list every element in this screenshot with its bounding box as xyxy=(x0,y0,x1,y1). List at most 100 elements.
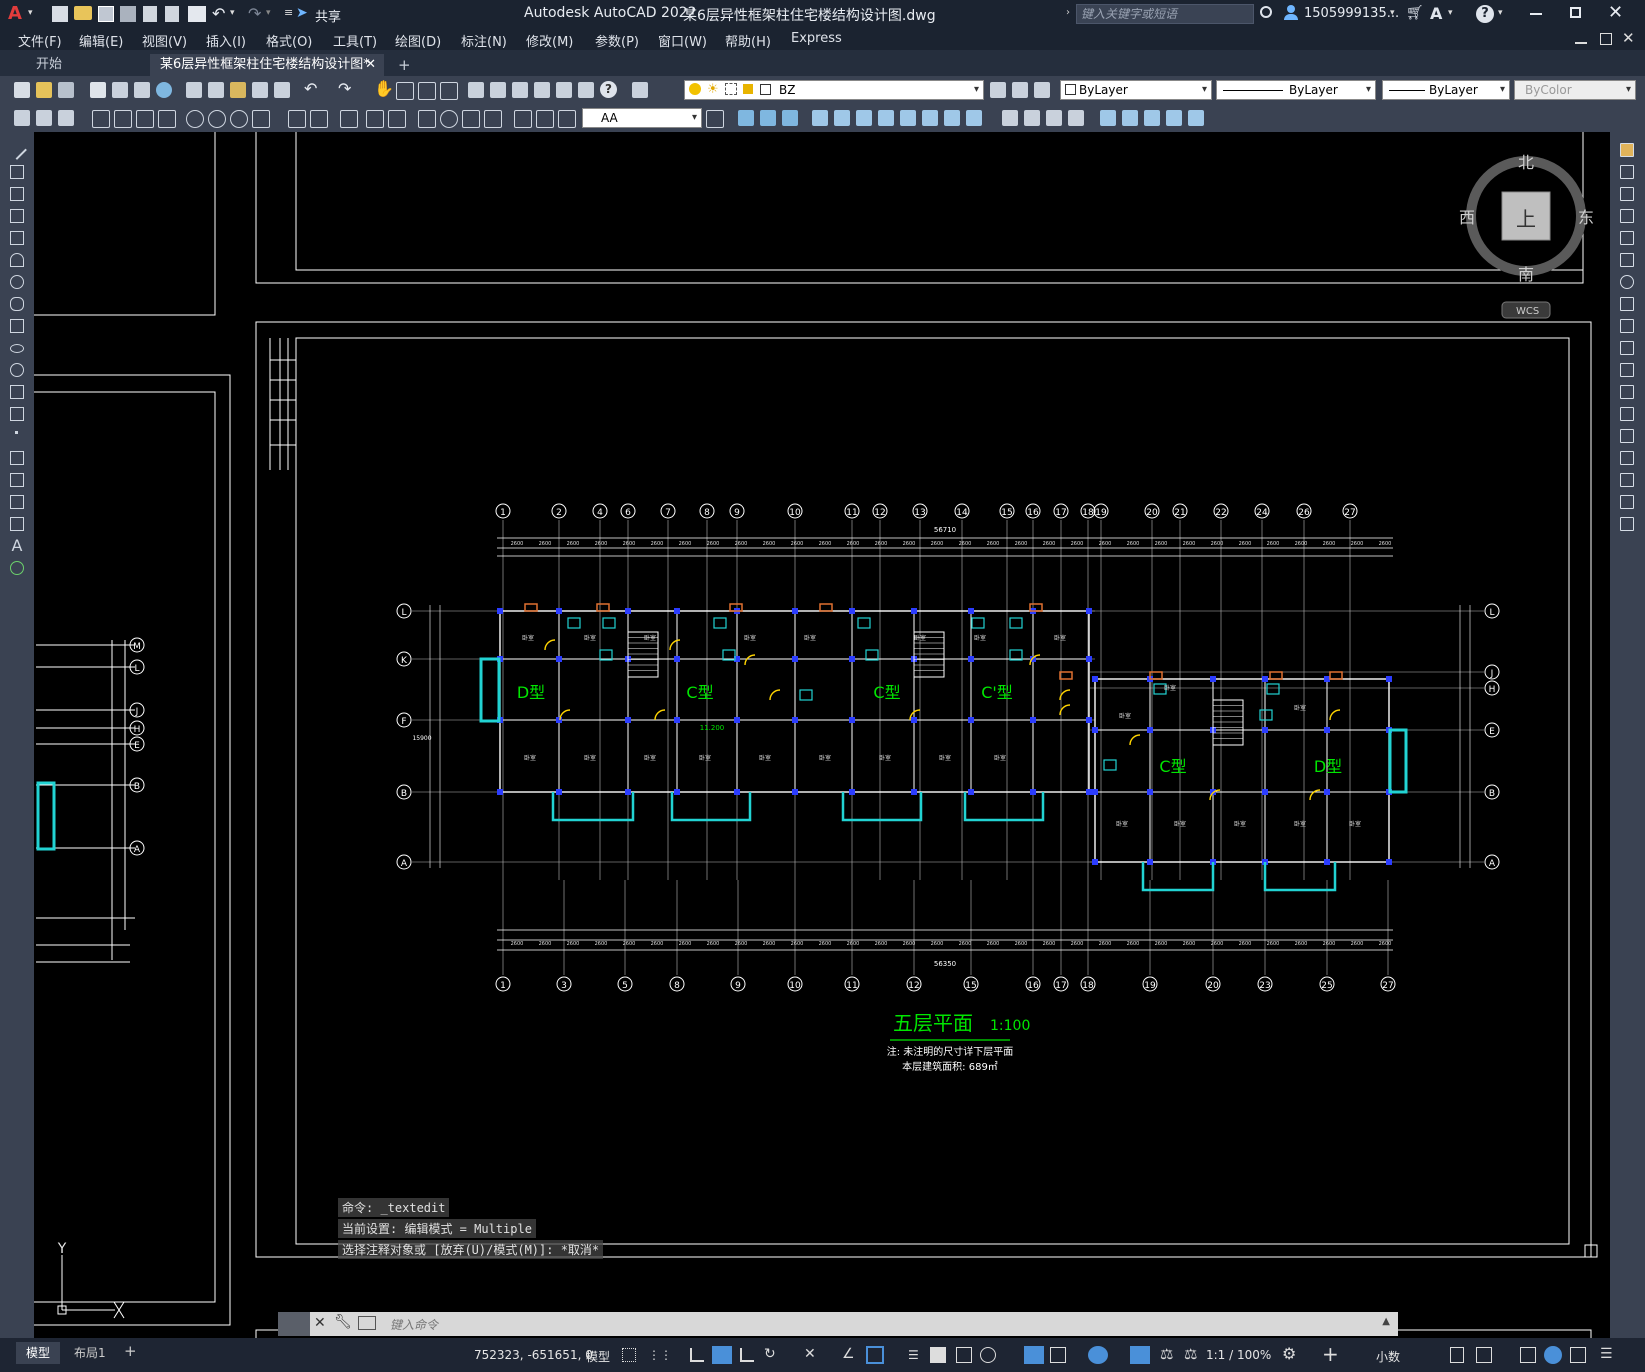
tolerance-icon[interactable] xyxy=(418,110,436,128)
erase-icon[interactable] xyxy=(1617,140,1637,160)
publish-toolbar-icon[interactable] xyxy=(134,82,150,98)
user-dropdown-icon[interactable]: ▾ xyxy=(1390,8,1395,18)
modify-tool-6-icon[interactable] xyxy=(856,110,872,126)
tool-palettes-icon[interactable] xyxy=(512,82,528,98)
dim-edit-icon[interactable] xyxy=(514,110,532,128)
viewcube-east[interactable]: 东 xyxy=(1578,208,1594,227)
layer-state-icon[interactable] xyxy=(1034,82,1050,98)
menu-insert[interactable]: 插入(I) xyxy=(206,31,246,50)
add-layout-button[interactable]: + xyxy=(124,1342,137,1360)
dynamic-ucs-icon[interactable] xyxy=(1024,1346,1044,1364)
snap-icon[interactable]: ⋮⋮ xyxy=(648,1348,672,1362)
spline-icon[interactable] xyxy=(7,316,27,336)
join-icon[interactable] xyxy=(1617,426,1637,446)
quickcalc-icon[interactable] xyxy=(578,82,594,98)
selection-cycling-icon[interactable] xyxy=(956,1347,972,1363)
search-icon[interactable] xyxy=(1260,6,1272,18)
tab-start[interactable]: 开始 xyxy=(26,54,72,76)
search-input[interactable]: 键入关键字或短语 xyxy=(1076,4,1254,24)
lineweight-icon[interactable]: ☰ xyxy=(908,1348,919,1362)
modify-tool-9-icon[interactable] xyxy=(922,110,938,126)
open-folder-icon[interactable] xyxy=(74,6,92,20)
ellipse-icon[interactable] xyxy=(7,338,27,358)
view-tool-1-icon[interactable] xyxy=(1100,110,1116,126)
make-current-layer-icon[interactable] xyxy=(990,82,1006,98)
dim-update-icon[interactable] xyxy=(558,110,576,128)
save-as-icon[interactable] xyxy=(120,6,136,22)
modify-tool-10-icon[interactable] xyxy=(944,110,960,126)
make-block-icon[interactable] xyxy=(7,404,27,424)
properties-icon[interactable] xyxy=(468,82,484,98)
qnew-icon[interactable] xyxy=(14,82,30,98)
selection-filter-icon[interactable] xyxy=(1050,1347,1066,1363)
dim-style-icon[interactable] xyxy=(706,110,724,128)
extend-icon[interactable] xyxy=(1617,360,1637,380)
object-snap-tracking-icon[interactable]: ∠ xyxy=(842,1346,855,1362)
zoom-window-icon[interactable] xyxy=(418,82,436,100)
break-icon[interactable] xyxy=(1617,404,1637,424)
dim-ordinate-icon[interactable] xyxy=(158,110,176,128)
arc-icon[interactable] xyxy=(7,250,27,270)
doc-close-icon[interactable]: ✕ xyxy=(1622,29,1635,47)
autocad-logo-icon[interactable]: A xyxy=(8,4,24,24)
save-icon[interactable] xyxy=(98,6,114,22)
units-value[interactable]: 小数 xyxy=(1376,1348,1400,1365)
drawing-svg[interactable]: MLJHEBA 1 2 4 6 7 8 9 10 11 12 13 14 15 16 17 18 19 20 21 2… xyxy=(34,132,1610,1338)
trim-icon[interactable] xyxy=(1617,338,1637,358)
cart-icon[interactable]: 🛒︎ xyxy=(1406,5,1424,21)
3d-dwf-icon[interactable] xyxy=(156,82,172,98)
sheet-set-icon[interactable] xyxy=(534,82,550,98)
share-icon[interactable]: ➤ xyxy=(296,5,308,21)
construction-line-icon[interactable] xyxy=(7,162,27,182)
menu-express[interactable]: Express xyxy=(791,31,842,46)
layer-dropdown[interactable]: ☀ BZ ▾ xyxy=(684,80,984,100)
offset-icon[interactable] xyxy=(1617,206,1637,226)
doc-restore-icon[interactable] xyxy=(1600,33,1612,45)
gradient-icon[interactable] xyxy=(7,470,27,490)
ortho-icon[interactable] xyxy=(740,1348,754,1362)
autodesk-a360-icon[interactable]: A xyxy=(1430,4,1442,23)
plot-icon[interactable] xyxy=(188,6,206,22)
match-properties-icon[interactable] xyxy=(252,82,268,98)
doc-minimize-icon[interactable] xyxy=(1575,42,1587,44)
redo-toolbar-icon[interactable]: ↷ xyxy=(338,79,351,98)
open-icon[interactable] xyxy=(36,82,52,98)
text-style-dropdown[interactable]: AA ▾ xyxy=(582,108,702,128)
explode-icon[interactable] xyxy=(1617,514,1637,534)
dim-break-icon[interactable] xyxy=(388,110,406,128)
jogged-linear-icon[interactable] xyxy=(484,110,502,128)
tab-document[interactable]: 某6层异性框架柱住宅楼结构设计图* ✕ xyxy=(150,54,384,76)
copy-object-icon[interactable] xyxy=(1617,162,1637,182)
3d-osnap-icon[interactable] xyxy=(980,1347,996,1363)
object-snap-icon[interactable] xyxy=(866,1346,884,1364)
help-dropdown-icon[interactable]: ▾ xyxy=(1498,8,1503,18)
undo-dropdown-icon[interactable]: ▾ xyxy=(230,8,235,18)
dim-linear-icon[interactable] xyxy=(92,110,110,128)
paste-icon[interactable] xyxy=(230,82,246,98)
dim-space-icon[interactable] xyxy=(366,110,384,128)
linetype-dropdown[interactable]: ByLayer ▾ xyxy=(1216,80,1376,100)
move-icon[interactable] xyxy=(1617,250,1637,270)
markup-icon[interactable] xyxy=(556,82,572,98)
dim-radius-icon[interactable] xyxy=(186,110,204,128)
workspace-gear-icon[interactable]: ⚙ xyxy=(1282,1344,1296,1363)
draw-tool-3-icon[interactable] xyxy=(58,110,74,126)
menu-view[interactable]: 视图(V) xyxy=(142,31,187,50)
new-file-icon[interactable] xyxy=(52,6,68,22)
command-prompt-icon[interactable] xyxy=(358,1316,376,1330)
draw-tool-2-icon[interactable] xyxy=(36,110,52,126)
solid-tool-2-icon[interactable] xyxy=(1024,110,1040,126)
close-window-icon[interactable]: ✕ xyxy=(1608,2,1623,23)
maximize-icon[interactable] xyxy=(1570,7,1581,18)
point-icon[interactable] xyxy=(7,426,27,446)
command-line-handle[interactable] xyxy=(278,1312,310,1336)
view-tool-2-icon[interactable] xyxy=(1122,110,1138,126)
a360-dropdown-icon[interactable]: ▾ xyxy=(1448,8,1453,18)
cut-icon[interactable] xyxy=(186,82,202,98)
block-editor-icon[interactable] xyxy=(274,82,290,98)
array-icon[interactable] xyxy=(1617,228,1637,248)
command-input[interactable]: 键入命令 xyxy=(390,1316,438,1333)
polygon-icon[interactable] xyxy=(7,206,27,226)
modify-tool-11-icon[interactable] xyxy=(966,110,982,126)
ellipse-arc-icon[interactable] xyxy=(7,360,27,380)
